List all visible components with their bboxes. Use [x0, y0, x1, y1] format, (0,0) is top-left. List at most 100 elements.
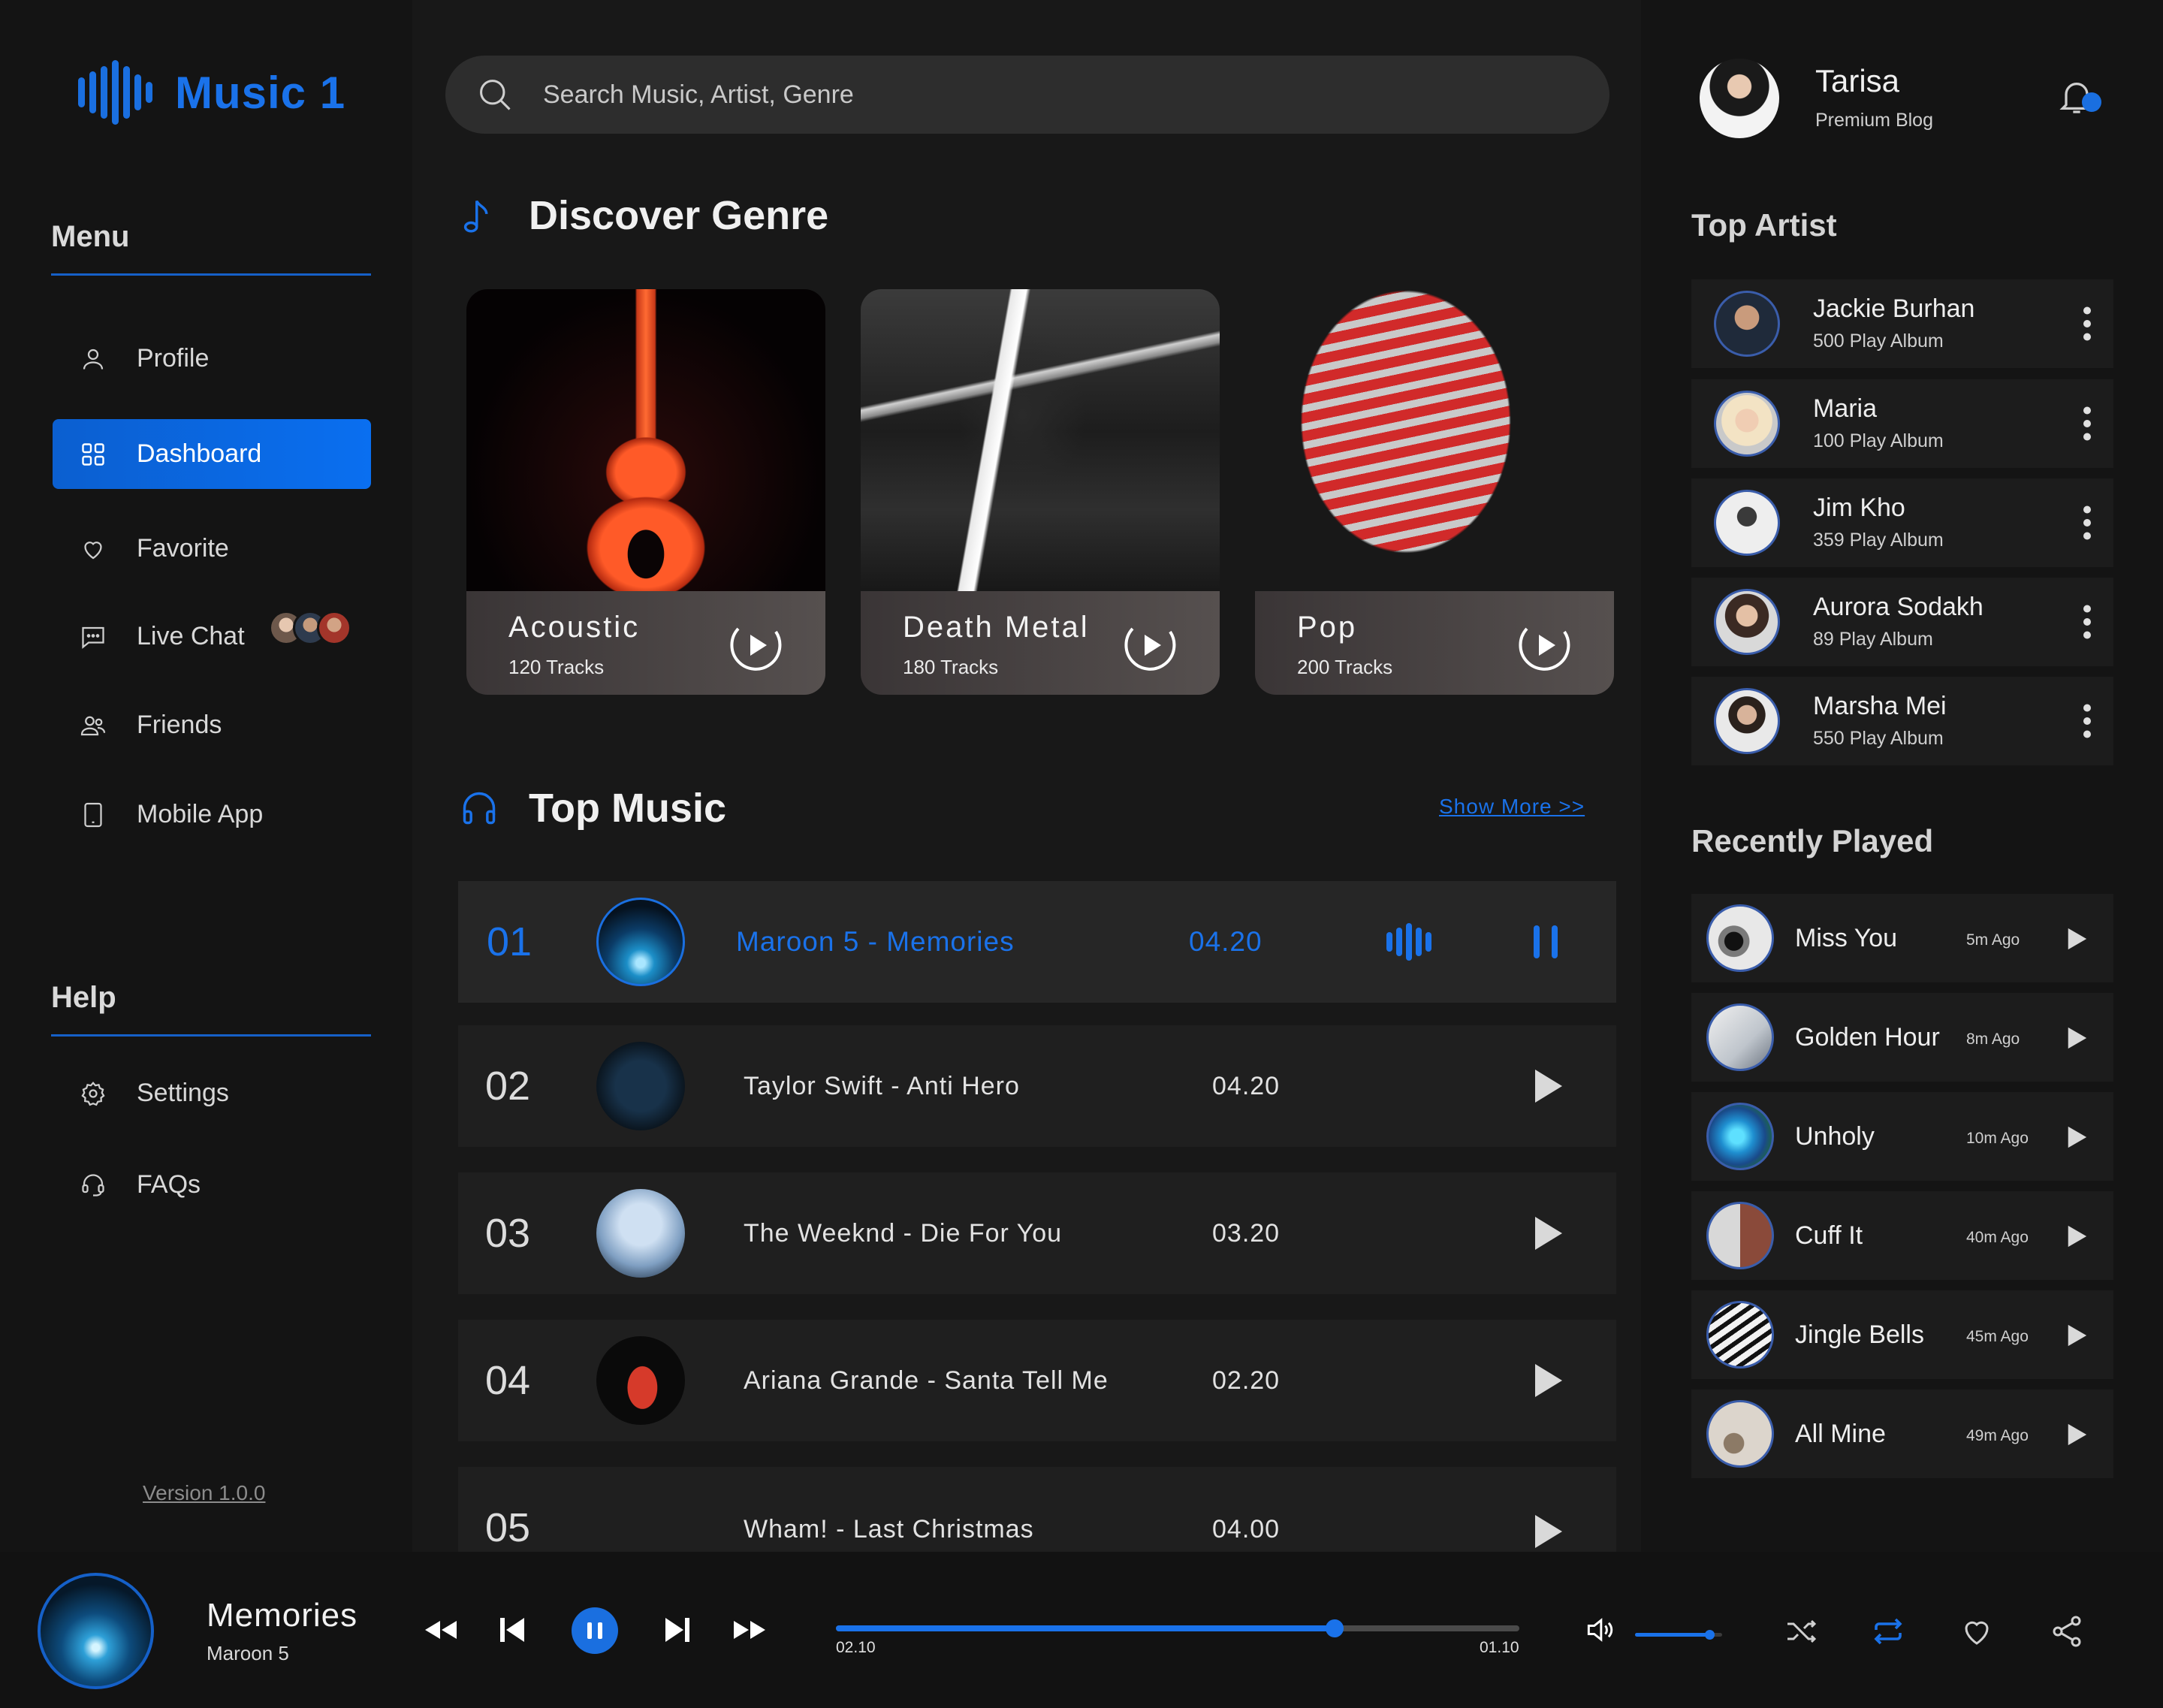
friends-icon [80, 712, 107, 739]
progress-bar[interactable] [836, 1619, 1519, 1637]
play-circle-icon[interactable] [1515, 615, 1575, 675]
genre-card-pop[interactable]: Pop 200 Tracks [1255, 289, 1614, 695]
artist-card[interactable]: Jackie Burhan 500 Play Album [1691, 279, 2113, 368]
track-row[interactable]: 02 Taylor Swift - Anti Hero 04.20 [458, 1025, 1616, 1147]
genre-image [466, 289, 825, 605]
genre-footer: Acoustic 120 Tracks [466, 591, 825, 695]
volume-handle[interactable] [1704, 1630, 1715, 1640]
recent-track[interactable]: Cuff It 40m Ago [1691, 1191, 2113, 1280]
search-bar[interactable] [445, 56, 1609, 134]
more-vertical-icon[interactable] [2083, 504, 2091, 542]
play-icon[interactable] [1525, 1510, 1567, 1553]
play-icon[interactable] [1525, 1065, 1567, 1107]
play-icon[interactable] [2062, 1322, 2089, 1349]
volume-icon[interactable] [1583, 1613, 1616, 1646]
artist-name: Aurora Sodakh [1813, 593, 1984, 621]
headphones-icon [463, 792, 496, 825]
pause-icon[interactable] [1525, 921, 1567, 963]
artist-card[interactable]: Jim Kho 359 Play Album [1691, 478, 2113, 567]
artist-card[interactable]: Marsha Mei 550 Play Album [1691, 677, 2113, 765]
sidebar-item-label: Mobile App [137, 800, 264, 828]
chat-icon [80, 623, 107, 650]
now-playing-cover[interactable] [38, 1573, 154, 1689]
volume-slider[interactable] [1635, 1630, 1722, 1640]
notification-dot [2082, 92, 2101, 112]
sidebar-item-dashboard[interactable]: Dashboard [53, 419, 371, 489]
play-circle-icon[interactable] [726, 615, 786, 675]
track-cover [1706, 1003, 1774, 1071]
music-note-icon [463, 200, 488, 233]
rewind-icon[interactable] [419, 1609, 461, 1651]
genre-card-acoustic[interactable]: Acoustic 120 Tracks [466, 289, 825, 695]
genre-footer: Death Metal 180 Tracks [861, 591, 1220, 695]
play-icon[interactable] [2062, 1421, 2089, 1448]
track-row[interactable]: 01 Maroon 5 - Memories 04.20 [458, 881, 1616, 1003]
play-icon[interactable] [2062, 1124, 2089, 1151]
play-icon[interactable] [1525, 1359, 1567, 1402]
track-duration: 04.20 [1189, 926, 1263, 957]
headset-icon [80, 1172, 107, 1199]
more-vertical-icon[interactable] [2083, 603, 2091, 641]
track-title: Cuff It [1795, 1221, 1863, 1250]
play-icon[interactable] [2062, 925, 2089, 952]
genre-track-count: 200 Tracks [1297, 656, 1393, 678]
pause-icon-bar [587, 1622, 592, 1639]
track-title: Ariana Grande - Santa Tell Me [744, 1365, 1109, 1395]
user-name: Tarisa [1815, 63, 1900, 98]
fast-forward-icon[interactable] [729, 1609, 771, 1651]
skip-previous-icon[interactable] [491, 1609, 533, 1651]
recent-track[interactable]: All Mine 49m Ago [1691, 1390, 2113, 1478]
heart-icon[interactable] [1959, 1613, 1995, 1649]
artist-card[interactable]: Aurora Sodakh 89 Play Album [1691, 578, 2113, 666]
track-row[interactable]: 04 Ariana Grande - Santa Tell Me 02.20 [458, 1320, 1616, 1441]
sidebar-item-faqs[interactable]: FAQs [53, 1150, 371, 1220]
sidebar-item-label: Dashboard [137, 439, 262, 468]
sidebar-item-mobile-app[interactable]: Mobile App [53, 780, 371, 849]
recent-track[interactable]: Miss You 5m Ago [1691, 894, 2113, 982]
sidebar-item-profile[interactable]: Profile [53, 324, 371, 394]
play-pause-button[interactable] [572, 1607, 618, 1654]
more-vertical-icon[interactable] [2083, 305, 2091, 343]
recent-track[interactable]: Jingle Bells 45m Ago [1691, 1290, 2113, 1379]
version-link[interactable]: Version 1.0.0 [143, 1481, 265, 1505]
pause-icon-bar [598, 1622, 602, 1639]
avatar[interactable] [1700, 59, 1779, 138]
play-icon[interactable] [1525, 1212, 1567, 1254]
show-more-link[interactable]: Show More >> [1439, 795, 1585, 819]
elapsed-time: 02.10 [836, 1639, 876, 1656]
track-number: 02 [485, 1064, 531, 1109]
recent-track[interactable]: Golden Hour 8m Ago [1691, 993, 2113, 1082]
shuffle-icon[interactable] [1783, 1613, 1819, 1649]
track-title: The Weeknd - Die For You [744, 1218, 1063, 1248]
genre-card-death-metal[interactable]: Death Metal 180 Tracks [861, 289, 1220, 695]
track-row[interactable]: 03 The Weeknd - Die For You 03.20 [458, 1172, 1616, 1294]
play-icon[interactable] [2062, 1223, 2089, 1250]
now-playing-artist: Maroon 5 [207, 1642, 289, 1664]
artist-plays: 359 Play Album [1813, 530, 1944, 551]
volume-fill [1635, 1633, 1709, 1637]
remaining-time: 01.10 [1480, 1639, 1519, 1656]
more-vertical-icon[interactable] [2083, 702, 2091, 740]
sidebar-item-friends[interactable]: Friends [53, 690, 371, 760]
track-row[interactable]: 05 Wham! - Last Christmas 04.00 [458, 1467, 1616, 1552]
more-vertical-icon[interactable] [2083, 405, 2091, 442]
sidebar-item-settings[interactable]: Settings [53, 1058, 371, 1128]
sidebar-item-favorite[interactable]: Favorite [53, 514, 371, 584]
repeat-icon[interactable] [1870, 1613, 1906, 1649]
share-icon[interactable] [2049, 1613, 2085, 1649]
track-cover [596, 1336, 685, 1425]
play-circle-icon[interactable] [1121, 615, 1181, 675]
search-input[interactable] [543, 80, 1444, 110]
sidebar-item-live-chat[interactable]: Live Chat [53, 602, 371, 671]
recent-track[interactable]: Unholy 10m Ago [1691, 1092, 2113, 1181]
avatar [1714, 291, 1780, 357]
app-logo[interactable]: Music 1 [78, 59, 345, 126]
skip-next-icon[interactable] [656, 1609, 698, 1651]
artist-name: Maria [1813, 394, 1878, 423]
artist-card[interactable]: Maria 100 Play Album [1691, 379, 2113, 468]
track-title: Taylor Swift - Anti Hero [744, 1071, 1020, 1100]
mobile-icon [80, 801, 107, 828]
play-icon[interactable] [2062, 1024, 2089, 1052]
progress-handle[interactable] [1326, 1619, 1344, 1637]
sidebar-item-label: Settings [137, 1079, 229, 1107]
